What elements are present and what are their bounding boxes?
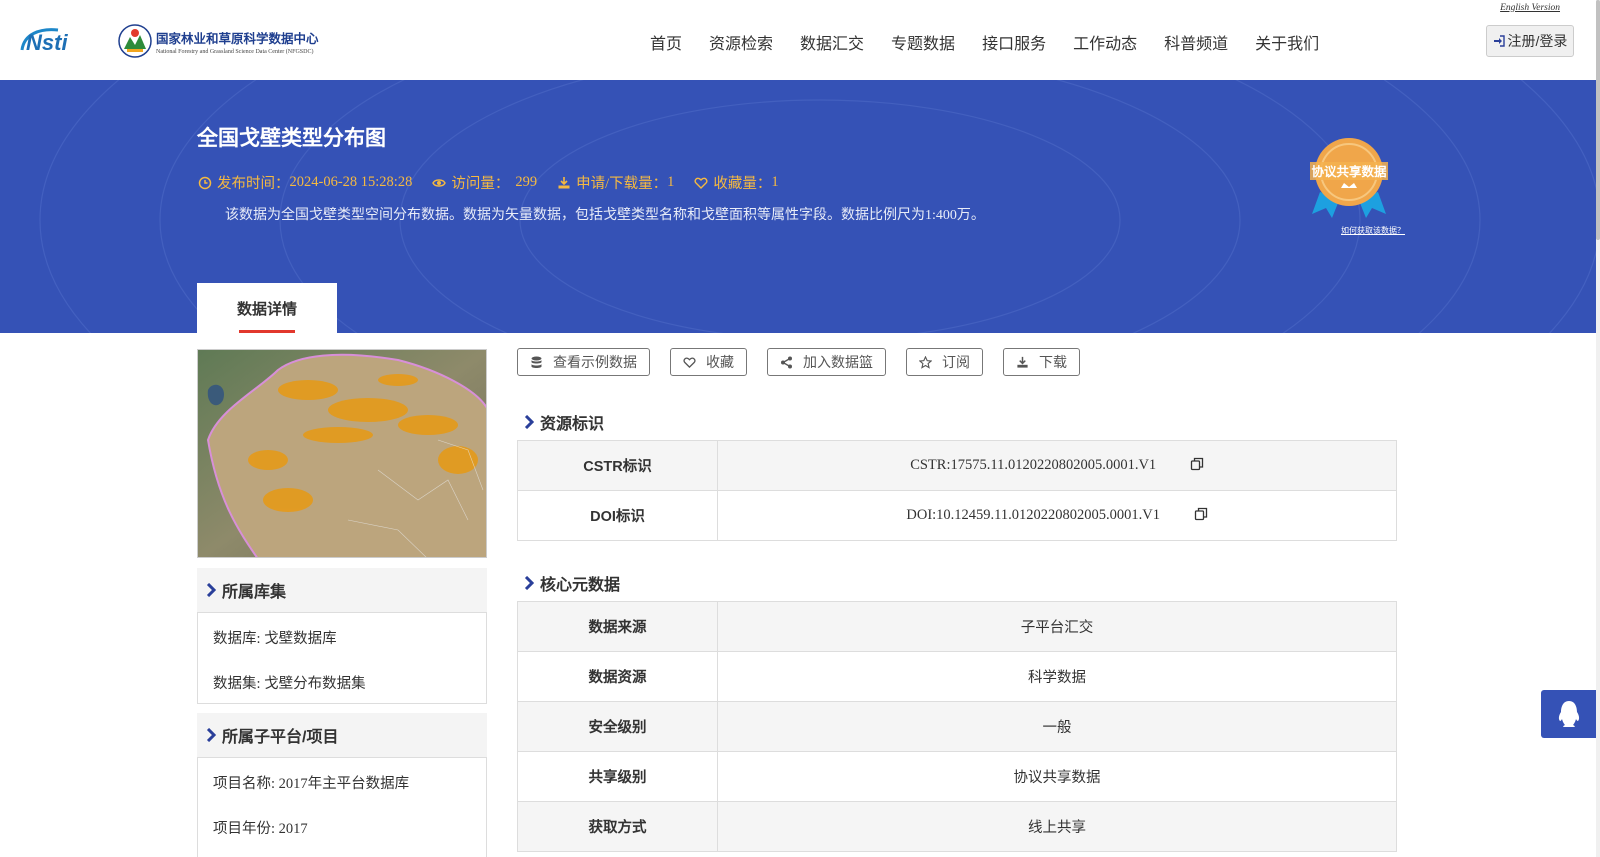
action-toolbar: 查看示例数据 收藏 加入数据篮 订阅 下载 xyxy=(517,348,1100,376)
qq-chat-button[interactable] xyxy=(1541,690,1596,738)
english-version-link[interactable]: English Version xyxy=(1500,3,1560,13)
shared-data-badge: 协议共享数据 xyxy=(1310,138,1388,218)
doi-key: DOI标识 xyxy=(517,490,718,541)
meta-value: 子平台汇交 xyxy=(717,601,1397,652)
table-row: 安全级别 一般 xyxy=(517,701,1397,752)
meta-key: 安全级别 xyxy=(517,701,718,752)
download-icon xyxy=(1017,356,1028,368)
page-scrollbar[interactable] xyxy=(1596,0,1600,857)
favorite-count: 收藏量： 1 xyxy=(694,172,779,193)
chevron-right-icon xyxy=(206,728,216,742)
svg-text:协议共享数据: 协议共享数据 xyxy=(1311,164,1387,179)
heart-icon xyxy=(694,177,708,189)
cstr-value: CSTR:17575.11.0120220802005.0001.V1 xyxy=(910,457,1157,473)
meta-key: 数据来源 xyxy=(517,601,718,652)
table-row: DOI标识 DOI:10.12459.11.0120220802005.0001… xyxy=(517,490,1397,541)
table-row: 数据资源 科学数据 xyxy=(517,651,1397,702)
star-icon xyxy=(919,355,932,369)
table-row: 数据来源 子平台汇交 xyxy=(517,601,1397,652)
table-row: 共享级别 协议共享数据 xyxy=(517,751,1397,802)
sign-in-icon xyxy=(1493,35,1505,47)
center-logo[interactable]: 国家林业和草原科学数据中心 National Forestry and Gras… xyxy=(118,22,338,60)
meta-key: 获取方式 xyxy=(517,801,718,852)
dataset-description: 该数据为全国戈壁类型空间分布数据。数据为矢量数据，包括戈壁类型名称和戈壁面积等属… xyxy=(225,208,985,223)
cstr-value-cell: CSTR:17575.11.0120220802005.0001.V1 xyxy=(717,440,1397,491)
nsti-logo[interactable]: Nsti xyxy=(18,24,98,56)
gobi-distribution-map-image xyxy=(198,350,486,557)
center-name-en: National Forestry and Grassland Science … xyxy=(156,48,314,55)
project-info-box: 项目名称: 2017年主平台数据库 项目年份: 2017 xyxy=(197,757,487,857)
meta-value: 一般 xyxy=(717,701,1397,752)
nav-science-popularization[interactable]: 科普频道 xyxy=(1164,30,1228,54)
download-count: 申请/下载量： 1 xyxy=(557,172,674,193)
scrollbar-thumb[interactable] xyxy=(1596,0,1600,240)
nav-work-news[interactable]: 工作动态 xyxy=(1073,30,1137,54)
database-link[interactable]: 数据库: 戈壁数据库 xyxy=(213,627,337,648)
library-section-header: 所属库集 xyxy=(197,568,487,612)
clock-icon xyxy=(198,176,212,189)
subscribe-button[interactable]: 订阅 xyxy=(906,348,983,376)
active-tab-indicator xyxy=(239,330,295,333)
cstr-key: CSTR标识 xyxy=(517,440,718,491)
svg-text:Nsti: Nsti xyxy=(26,30,68,55)
resource-id-table: CSTR标识 CSTR:17575.11.0120220802005.0001.… xyxy=(517,440,1397,541)
core-metadata-section-title: 核心元数据 xyxy=(524,571,620,595)
nav-api-service[interactable]: 接口服务 xyxy=(982,30,1046,54)
favorite-button[interactable]: 收藏 xyxy=(670,348,747,376)
login-label: 注册/登录 xyxy=(1507,33,1568,49)
dataset-title: 全国戈壁类型分布图 xyxy=(197,127,386,150)
qq-penguin-icon xyxy=(1558,701,1579,727)
chevron-right-icon xyxy=(524,576,534,590)
meta-value: 科学数据 xyxy=(717,651,1397,702)
nav-home[interactable]: 首页 xyxy=(650,30,682,54)
copy-icon[interactable] xyxy=(1194,507,1208,521)
library-info-box: 数据库: 戈壁数据库 数据集: 戈壁分布数据集 xyxy=(197,612,487,704)
dataset-map-thumbnail[interactable] xyxy=(197,349,487,558)
publish-time: 发布时间： 2024-06-28 15:28:28 xyxy=(198,172,412,193)
view-count: 访问量： 299 xyxy=(432,172,537,193)
download-button[interactable]: 下载 xyxy=(1003,348,1080,376)
hero-banner: 全国戈壁类型分布图 发布时间： 2024-06-28 15:28:28 访问量： 2… xyxy=(0,80,1596,333)
main-nav: 首页 资源检索 数据汇交 专题数据 接口服务 工作动态 科普频道 关于我们 xyxy=(650,30,1346,54)
center-emblem-icon xyxy=(118,24,152,58)
nav-about-us[interactable]: 关于我们 xyxy=(1255,30,1319,54)
heart-outline-icon xyxy=(683,357,696,368)
top-header: Nsti 国家林业和草原科学数据中心 National Forestry and… xyxy=(0,0,1596,80)
center-name-cn: 国家林业和草原科学数据中心 xyxy=(156,31,319,46)
table-row: 获取方式 线上共享 xyxy=(517,801,1397,852)
project-year: 项目年份: 2017 xyxy=(213,821,308,837)
dataset-meta: 发布时间： 2024-06-28 15:28:28 访问量： 299 申请/下载量：… xyxy=(198,172,799,193)
nav-topic-data[interactable]: 专题数据 xyxy=(891,30,955,54)
project-name: 项目名称: 2017年主平台数据库 xyxy=(213,776,410,792)
chevron-right-icon xyxy=(524,415,534,429)
nav-data-submission[interactable]: 数据汇交 xyxy=(800,30,864,54)
meta-key: 数据资源 xyxy=(517,651,718,702)
eye-icon xyxy=(432,178,447,187)
table-row: CSTR标识 CSTR:17575.11.0120220802005.0001.… xyxy=(517,440,1397,491)
database-icon xyxy=(531,356,542,368)
project-section-header: 所属子平台/项目 xyxy=(197,713,487,757)
share-icon xyxy=(781,356,792,368)
nav-resource-search[interactable]: 资源检索 xyxy=(709,30,773,54)
meta-value: 协议共享数据 xyxy=(717,751,1397,802)
download-icon xyxy=(558,176,570,188)
meta-value: 线上共享 xyxy=(717,801,1397,852)
chevron-right-icon xyxy=(206,583,216,597)
view-sample-data-button[interactable]: 查看示例数据 xyxy=(517,348,650,376)
resource-id-section-title: 资源标识 xyxy=(524,410,604,434)
dataset-link[interactable]: 数据集: 戈壁分布数据集 xyxy=(213,672,366,693)
tab-data-detail[interactable]: 数据详情 xyxy=(197,283,337,333)
add-to-basket-button[interactable]: 加入数据篮 xyxy=(767,348,886,376)
doi-value-cell: DOI:10.12459.11.0120220802005.0001.V1 xyxy=(717,490,1397,541)
meta-key: 共享级别 xyxy=(517,751,718,802)
core-metadata-table: 数据来源 子平台汇交 数据资源 科学数据 安全级别 一般 共享级别 协议共享数据… xyxy=(517,601,1397,852)
page: Nsti 国家林业和草原科学数据中心 National Forestry and… xyxy=(0,0,1600,857)
login-button[interactable]: 注册/登录 xyxy=(1486,25,1574,57)
how-to-get-data-link[interactable]: 如何获取该数据？ xyxy=(1341,225,1405,236)
doi-value: DOI:10.12459.11.0120220802005.0001.V1 xyxy=(906,507,1160,523)
copy-icon[interactable] xyxy=(1190,457,1204,471)
